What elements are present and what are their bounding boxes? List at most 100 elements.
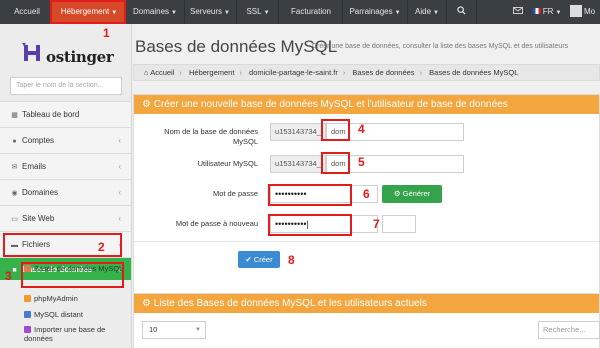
chevron-down-icon: ▼ xyxy=(555,10,562,16)
check-icon: ✔ xyxy=(245,255,252,264)
chevron-down-icon: ▼ xyxy=(263,10,270,16)
submenu-label: MySQL distant xyxy=(34,310,83,319)
breadcrumb-item[interactable]: Accueil xyxy=(150,68,174,77)
annotation-number-4: 4 xyxy=(358,122,365,136)
nav-facturation[interactable]: Facturation xyxy=(282,0,340,24)
nav-divider xyxy=(184,0,185,24)
annotation-box-4 xyxy=(321,119,350,141)
breadcrumb-separator: › xyxy=(419,68,423,77)
flag-fr-icon xyxy=(532,8,541,14)
nav-divider xyxy=(236,0,237,24)
logo-text: ostinger xyxy=(46,48,114,66)
sidebar-item-domaines[interactable]: ◉ Domaines ‹ xyxy=(0,179,131,205)
annotation-number-8: 8 xyxy=(288,253,295,267)
remote-mysql-icon xyxy=(24,311,31,318)
globe-icon: ◉ xyxy=(11,190,18,197)
chevron-down-icon: ▼ xyxy=(195,327,201,333)
breadcrumb-item[interactable]: Bases de données xyxy=(352,68,414,77)
chevron-down-icon: ▼ xyxy=(171,10,177,16)
sidebar-item-site-web[interactable]: ▭ Site Web ‹ xyxy=(0,205,131,231)
submenu-mysql-distant[interactable]: MySQL distant xyxy=(24,310,132,319)
settings-icon: ⚙ xyxy=(142,298,151,309)
user-menu[interactable]: Mo xyxy=(570,0,600,24)
page-size-value: 10 xyxy=(149,325,158,334)
annotation-box-7 xyxy=(268,214,352,236)
mysql-user-label: Utilisateur MySQL xyxy=(197,159,258,168)
nav-serveurs[interactable]: Serveurs ▼ xyxy=(186,0,234,24)
nav-divider xyxy=(278,0,279,24)
nav-mail-button[interactable] xyxy=(510,0,526,24)
avatar xyxy=(570,5,582,17)
sidebar-item-label: Site Web xyxy=(22,214,55,223)
list-panel-header: ⚙ Liste des Bases de données MySQL et le… xyxy=(134,294,599,313)
gear-icon: ⚙ xyxy=(393,189,401,198)
db-name-label-line2: MySQL xyxy=(232,137,258,146)
password-label: Mot de passe xyxy=(212,189,258,198)
annotation-number-6: 6 xyxy=(363,187,370,201)
nav-domaines[interactable]: Domaines ▼ xyxy=(128,0,182,24)
hostinger-h-icon xyxy=(22,43,40,61)
chevron-down-icon: ▼ xyxy=(394,10,401,16)
database-list-panel: ⚙ Liste des Bases de données MySQL et le… xyxy=(133,293,600,348)
submenu-label: Importer une base de données xyxy=(24,325,106,343)
sidebar: ostinger Taper le nom de la section... ▦… xyxy=(0,24,132,348)
page-size-select[interactable]: 10 ▼ xyxy=(142,321,206,339)
submenu-phpmyadmin[interactable]: phpMyAdmin xyxy=(24,294,132,303)
submenu-label: phpMyAdmin xyxy=(34,294,78,303)
annotation-number-5: 5 xyxy=(358,155,365,169)
annotation-number-3: 3 xyxy=(5,269,12,283)
breadcrumb-item[interactable]: Hébergement xyxy=(189,68,234,77)
breadcrumb-separator: › xyxy=(239,68,242,77)
home-icon: ⌂ xyxy=(144,68,149,77)
annotation-number-1: 1 xyxy=(103,26,110,40)
annotation-box-5 xyxy=(321,152,350,174)
settings-icon: ⚙ xyxy=(142,99,151,110)
language-selector[interactable]: FR ▼ xyxy=(530,0,564,24)
monitor-icon: ▭ xyxy=(11,216,18,223)
nav-ssl[interactable]: SSL ▼ xyxy=(240,0,276,24)
import-icon xyxy=(24,326,31,333)
chevron-left-icon: ‹ xyxy=(118,188,121,197)
nav-divider xyxy=(342,0,343,24)
annotation-box-3 xyxy=(21,262,124,288)
db-name-label-line1: Nom de la base de données xyxy=(164,127,258,136)
nav-search-button[interactable] xyxy=(449,0,473,24)
chevron-left-icon: ‹ xyxy=(118,162,121,171)
sidebar-item-emails[interactable]: ✉ Emails ‹ xyxy=(0,153,131,179)
search-placeholder: Taper le nom de la section... xyxy=(16,82,104,89)
annotation-box-1 xyxy=(50,0,126,24)
hostinger-logo: ostinger xyxy=(22,38,114,72)
breadcrumb-item[interactable]: domicile-partage-le-saint.fr xyxy=(249,68,338,77)
sidebar-item-dashboard[interactable]: ▦ Tableau de bord xyxy=(0,101,131,127)
dashboard-icon: ▦ xyxy=(11,112,18,119)
breadcrumb: ⌂ Accueil › Hébergement › domicile-partage… xyxy=(133,64,600,81)
mail-icon: ✉ xyxy=(11,164,18,171)
search-placeholder: Recherche... xyxy=(543,325,586,334)
sidebar-item-label: Tableau de bord xyxy=(22,110,80,119)
sidebar-item-comptes[interactable]: ● Comptes ‹ xyxy=(0,127,131,153)
submenu-import-database[interactable]: Importer une base de données xyxy=(24,325,132,343)
mysql-user-prefix: u153143734_ xyxy=(270,155,326,173)
nav-divider xyxy=(446,0,447,24)
sidebar-item-label: Emails xyxy=(22,162,47,171)
nav-parrainages[interactable]: Parrainages ▼ xyxy=(345,0,405,24)
list-panel-title: Liste des Bases de données MySQL et les … xyxy=(153,298,427,309)
nav-divider xyxy=(476,0,477,24)
mail-icon xyxy=(513,7,523,14)
nav-aide[interactable]: Aide ▼ xyxy=(410,0,444,24)
main-content: Bases de données MySQL Créer une base de… xyxy=(133,24,600,348)
create-button[interactable]: ✔ Créer xyxy=(238,251,280,268)
section-search-input[interactable]: Taper le nom de la section... xyxy=(10,77,122,95)
password-confirm-label: Mot de passe à nouveau xyxy=(175,219,258,228)
user-name: Mo xyxy=(584,7,596,16)
annotation-number-2: 2 xyxy=(98,240,105,254)
form-divider xyxy=(134,241,599,242)
chevron-left-icon: ‹ xyxy=(118,214,121,223)
breadcrumb-separator: › xyxy=(342,68,346,77)
generate-password-button[interactable]: ⚙ Générer xyxy=(382,185,442,203)
table-search-input[interactable]: Recherche... xyxy=(538,321,600,339)
sidebar-item-label: Comptes xyxy=(22,136,55,145)
language-code: FR xyxy=(542,7,554,16)
db-name-prefix: u153143734_ xyxy=(270,123,326,141)
nav-accueil[interactable]: Accueil xyxy=(5,0,49,24)
